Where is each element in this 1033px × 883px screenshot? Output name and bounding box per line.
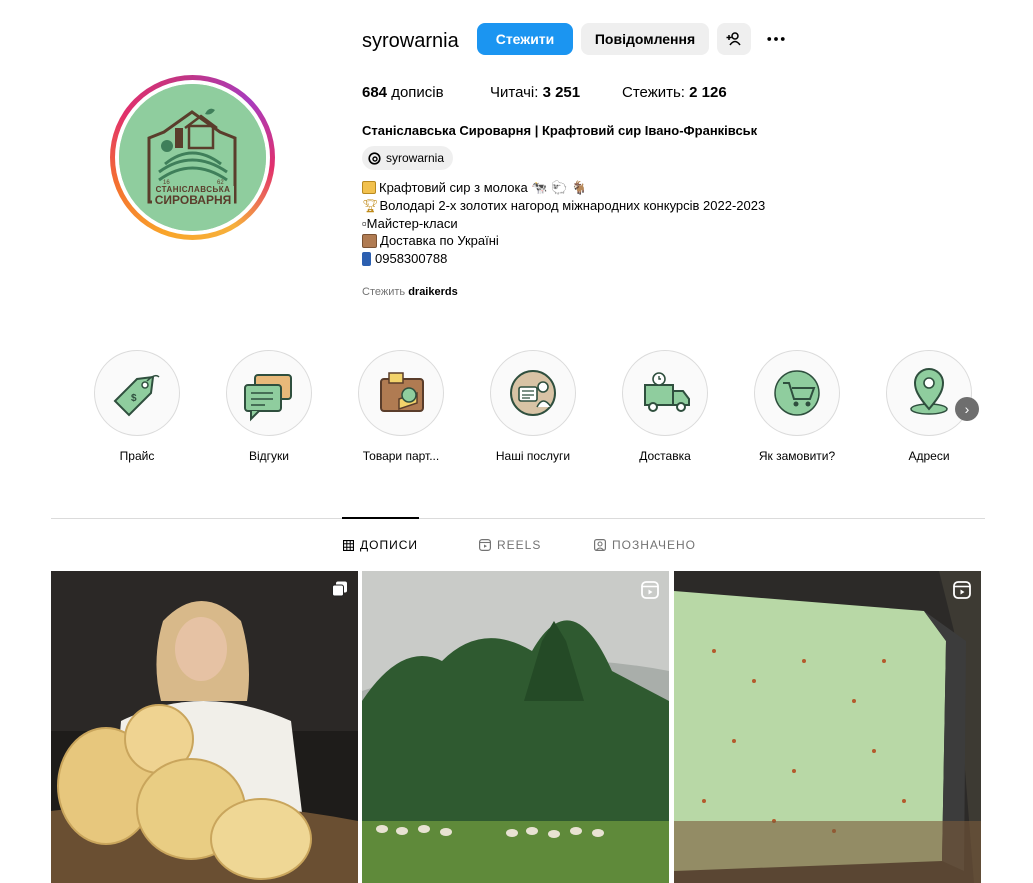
- carousel-icon: [332, 581, 347, 597]
- highlight-cover: [754, 350, 840, 436]
- post-image-mountain-sheep: [362, 571, 669, 883]
- grid-icon: [343, 539, 354, 551]
- tab-tagged[interactable]: ПОЗНАЧЕНО: [594, 538, 696, 552]
- chat-bubbles-icon: [244, 374, 292, 422]
- highlight-label: Як замовити?: [758, 449, 836, 463]
- post-thumbnail[interactable]: [362, 571, 669, 883]
- bio-line: Доставка по Україні: [362, 232, 765, 250]
- highlight-label: Наші послуги: [495, 449, 571, 463]
- location-pin-icon: [910, 368, 948, 415]
- following-link[interactable]: Стежить: 2 126: [622, 84, 727, 101]
- tab-reels[interactable]: REELS: [479, 538, 541, 552]
- highlight-cover: [358, 350, 444, 436]
- tab-posts[interactable]: ДОПИСИ: [343, 538, 418, 552]
- post-image-green-cheese: [674, 571, 981, 883]
- followers-label: Читачі:: [490, 84, 539, 101]
- suggest-user-button[interactable]: [717, 23, 751, 55]
- highlights-next-button[interactable]: ›: [955, 397, 979, 421]
- syrowarnia-logo: 16 62 СТАНІСЛАВСЬКА СИРОВАРНЯ: [119, 84, 266, 231]
- highlight-label: Доставка: [639, 449, 691, 463]
- tagged-icon: [594, 539, 606, 551]
- tabs-divider: [51, 518, 985, 519]
- following-label: Стежить:: [622, 84, 685, 101]
- bio-line-text: 0958300788: [375, 251, 448, 267]
- follow-button[interactable]: Стежити: [477, 23, 573, 55]
- highlight-cover: [490, 350, 576, 436]
- highlight-delivery[interactable]: Доставка: [622, 350, 708, 463]
- followers-link[interactable]: Читачі: 3 251: [490, 84, 580, 101]
- phone-icon: [362, 252, 371, 267]
- cheesemaker-icon: [510, 370, 556, 416]
- profile-full-name: Станіславська Сироварня | Крафтовий сир …: [362, 123, 758, 138]
- price-tag-icon: $: [113, 374, 160, 417]
- bio-line-text: Доставка по Україні: [380, 233, 499, 249]
- avatar-frame: 16 62 СТАНІСЛАВСЬКА СИРОВАРНЯ: [115, 80, 270, 235]
- profile-avatar-ring[interactable]: 16 62 СТАНІСЛАВСЬКА СИРОВАРНЯ: [110, 75, 275, 240]
- posts-count-value: 684: [362, 84, 388, 101]
- package-icon: [362, 234, 377, 249]
- followed-by-prefix: Стежить: [362, 286, 406, 298]
- threads-icon: [368, 151, 381, 165]
- bio-line-text: ▫Майстер-класи: [362, 215, 458, 231]
- avatar[interactable]: 16 62 СТАНІСЛАВСЬКА СИРОВАРНЯ: [119, 84, 266, 231]
- posts-count: 684 дописів: [362, 84, 444, 101]
- post-thumbnail[interactable]: [51, 571, 358, 883]
- highlight-reviews[interactable]: Відгуки: [226, 350, 312, 463]
- profile-username: syrowarnia: [362, 30, 459, 52]
- profile-bio: Крафтовий сир з молока 🐄 🐑 🐐 🏆︎ Володарі…: [362, 179, 765, 268]
- shopping-cart-icon: [774, 370, 820, 416]
- highlight-label: Відгуки: [248, 449, 289, 463]
- post-image-woman-cheese: [51, 571, 358, 883]
- bio-line: 0958300788: [362, 250, 765, 268]
- bio-line-text: Крафтовий сир з молока 🐄 🐑 🐐: [379, 180, 588, 195]
- more-options-button[interactable]: [761, 23, 791, 55]
- cheese-board-icon: [380, 372, 424, 412]
- active-tab-indicator: [342, 517, 419, 519]
- bio-line-text: Володарі 2-х золотих нагород міжнародних…: [379, 197, 766, 213]
- threads-handle: syrowarnia: [386, 151, 445, 165]
- reel-icon: [953, 581, 971, 599]
- tab-label: ДОПИСИ: [360, 538, 419, 552]
- highlight-label: Товари парт...: [362, 449, 440, 463]
- trophy-icon: 🏆︎: [362, 197, 379, 213]
- more-dots-icon: [767, 37, 785, 41]
- highlight-how-to-order[interactable]: Як замовити?: [754, 350, 840, 463]
- reel-icon: [641, 581, 659, 599]
- reels-icon: [479, 539, 491, 551]
- tab-label: REELS: [497, 538, 542, 552]
- followers-count: 3 251: [542, 84, 581, 101]
- highlight-label: Прайс: [119, 449, 155, 463]
- post-thumbnail[interactable]: [674, 571, 981, 883]
- chevron-right-icon: ›: [964, 401, 970, 417]
- highlight-label: Адреси: [908, 449, 950, 463]
- highlight-cover: [226, 350, 312, 436]
- followed-by-user: draikerds: [408, 286, 458, 298]
- highlight-services[interactable]: Наші послуги: [490, 350, 576, 463]
- bio-line: Крафтовий сир з молока 🐄 🐑 🐐: [362, 179, 765, 197]
- threads-link[interactable]: syrowarnia: [362, 146, 454, 170]
- bio-line: 🏆︎ Володарі 2-х золотих нагород міжнарод…: [362, 197, 765, 215]
- highlight-price[interactable]: $ Прайс: [94, 350, 180, 463]
- message-button[interactable]: Повідомлення: [581, 23, 709, 55]
- highlight-partner-goods[interactable]: Товари парт...: [358, 350, 444, 463]
- posts-count-label: дописів: [391, 84, 444, 101]
- followed-by[interactable]: Стежить draikerds: [362, 286, 458, 298]
- highlight-cover: [622, 350, 708, 436]
- highlight-cover: [886, 350, 972, 436]
- svg-text:$: $: [131, 393, 137, 404]
- tab-label: ПОЗНАЧЕНО: [612, 538, 696, 552]
- delivery-truck-icon: [644, 372, 690, 412]
- following-count: 2 126: [689, 84, 727, 101]
- bio-line: ▫Майстер-класи: [362, 215, 765, 233]
- svg-text:СИРОВАРНЯ: СИРОВАРНЯ: [155, 193, 232, 207]
- cheese-emoji-icon: [362, 181, 376, 195]
- highlight-cover: $: [94, 350, 180, 436]
- add-user-icon: [726, 32, 741, 46]
